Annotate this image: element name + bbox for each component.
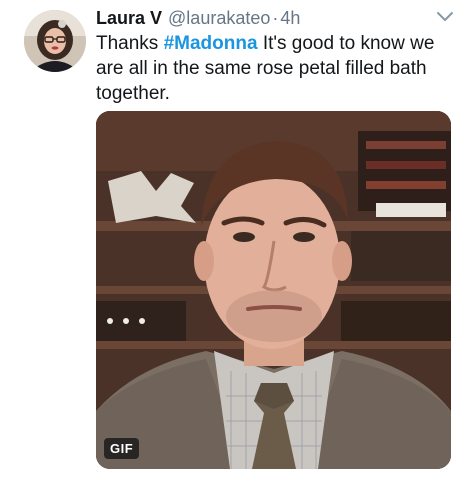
tweet-text: Thanks #Madonna It's good to know we are… <box>96 31 446 106</box>
avatar[interactable] <box>24 10 86 72</box>
user-handle[interactable]: @laurakateo <box>168 6 270 30</box>
tweet-text-start: Thanks <box>96 33 164 54</box>
tweet: Laura V @laurakateo · 4h Thanks #Madonna… <box>0 0 474 479</box>
hashtag-link[interactable]: #Madonna <box>164 33 258 54</box>
chevron-down-icon[interactable] <box>436 10 454 24</box>
avatar-image <box>24 10 86 72</box>
timestamp[interactable]: 4h <box>280 6 300 30</box>
display-name[interactable]: Laura V <box>96 6 162 30</box>
gif-badge: GIF <box>104 438 140 459</box>
gif-media[interactable]: GIF <box>96 111 451 469</box>
gif-image <box>96 111 451 469</box>
separator-dot: · <box>272 8 279 28</box>
tweet-header: Laura V @laurakateo · 4h <box>96 6 300 30</box>
